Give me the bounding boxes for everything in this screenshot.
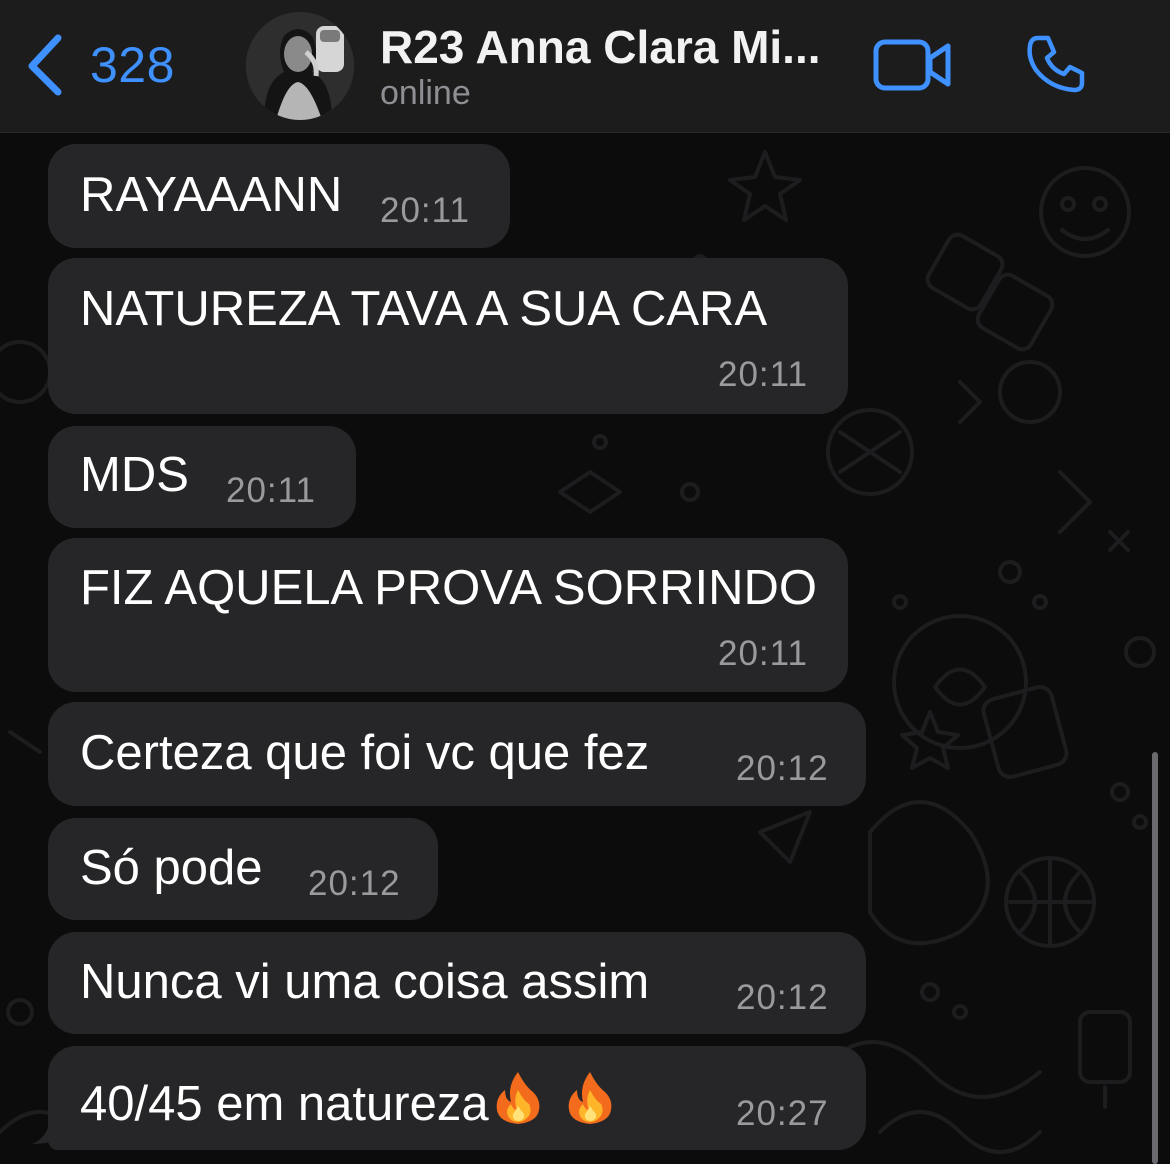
phone-call-icon[interactable] bbox=[1024, 32, 1088, 96]
message-time: 20:27 bbox=[736, 1094, 829, 1133]
message-text: 40/45 em natureza bbox=[80, 1068, 619, 1132]
message-bubble[interactable]: FIZ AQUELA PROVA SORRINDO 20:11 bbox=[48, 538, 848, 692]
message-bubble[interactable]: Certeza que foi vc que fez 20:12 bbox=[48, 702, 866, 806]
unread-count: 328 bbox=[90, 37, 175, 93]
message-text: Só pode bbox=[80, 841, 263, 895]
message-text: Nunca vi uma coisa assim bbox=[80, 955, 650, 1009]
message-text: FIZ AQUELA PROVA SORRINDO bbox=[80, 561, 817, 615]
scrollbar[interactable] bbox=[1152, 752, 1158, 1164]
contact-name[interactable]: R23 Anna Clara Mi... bbox=[380, 20, 821, 74]
message-bubble[interactable]: RAYAAANN 20:11 bbox=[48, 144, 510, 248]
message-bubble[interactable]: MDS 20:11 bbox=[48, 426, 356, 528]
message-time: 20:12 bbox=[736, 978, 829, 1017]
message-time: 20:12 bbox=[736, 749, 829, 788]
fire-emoji-icon bbox=[568, 1072, 612, 1124]
message-text: MDS bbox=[80, 448, 189, 502]
video-call-icon[interactable] bbox=[872, 36, 954, 94]
fire-emoji-icon bbox=[496, 1072, 540, 1124]
message-time: 20:11 bbox=[226, 471, 316, 510]
message-text: NATUREZA TAVA A SUA CARA bbox=[80, 282, 768, 336]
message-time: 20:11 bbox=[718, 355, 808, 394]
message-text: Certeza que foi vc que fez bbox=[80, 726, 650, 780]
chat-header: 328 R23 Anna Clara Mi... online bbox=[0, 0, 1170, 133]
message-time: 20:11 bbox=[380, 191, 470, 230]
message-text: RAYAAANN bbox=[80, 168, 343, 222]
chevron-left-icon bbox=[28, 34, 62, 96]
message-bubble[interactable]: NATUREZA TAVA A SUA CARA 20:11 bbox=[48, 258, 848, 414]
message-time: 20:11 bbox=[718, 634, 808, 673]
avatar-photo bbox=[246, 12, 354, 120]
avatar[interactable] bbox=[246, 12, 354, 120]
message-list[interactable]: RAYAAANN 20:11 NATUREZA TAVA A SUA CARA … bbox=[0, 132, 1170, 1164]
message-text-content: 40/45 em natureza bbox=[80, 1077, 489, 1131]
message-bubble[interactable]: Só pode 20:12 bbox=[48, 818, 438, 920]
back-button[interactable]: 328 bbox=[22, 30, 175, 100]
contact-status: online bbox=[380, 74, 471, 112]
chat-screen: 328 R23 Anna Clara Mi... online RAYAAANN… bbox=[0, 0, 1170, 1164]
message-time: 20:12 bbox=[308, 864, 401, 903]
message-bubble[interactable]: Nunca vi uma coisa assim 20:12 bbox=[48, 932, 866, 1034]
message-bubble[interactable]: 40/45 em natureza 20:27 bbox=[48, 1046, 866, 1150]
